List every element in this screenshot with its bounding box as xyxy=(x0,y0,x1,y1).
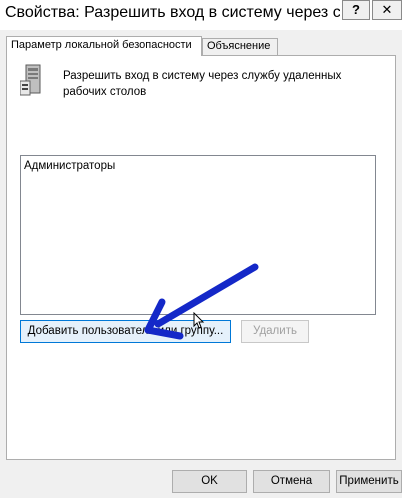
apply-button[interactable]: Применить xyxy=(336,470,402,493)
title-bar: Свойства: Разрешить вход в систему через… xyxy=(0,0,402,30)
window-title: Свойства: Разрешить вход в систему через… xyxy=(5,4,340,21)
policy-description: Разрешить вход в систему через службу уд… xyxy=(63,70,342,98)
ok-button[interactable]: OK xyxy=(172,470,247,493)
help-button[interactable]: ? xyxy=(342,0,370,20)
server-policy-icon xyxy=(20,64,41,96)
tab-explain[interactable]: Объяснение xyxy=(202,38,278,55)
tab-local-security-setting[interactable]: Параметр локальной безопасности xyxy=(6,36,202,56)
close-button[interactable]: ✕ xyxy=(372,0,402,20)
cancel-button[interactable]: Отмена xyxy=(253,470,330,493)
list-item[interactable]: Администраторы xyxy=(24,160,115,172)
mouse-cursor-icon xyxy=(193,312,205,329)
